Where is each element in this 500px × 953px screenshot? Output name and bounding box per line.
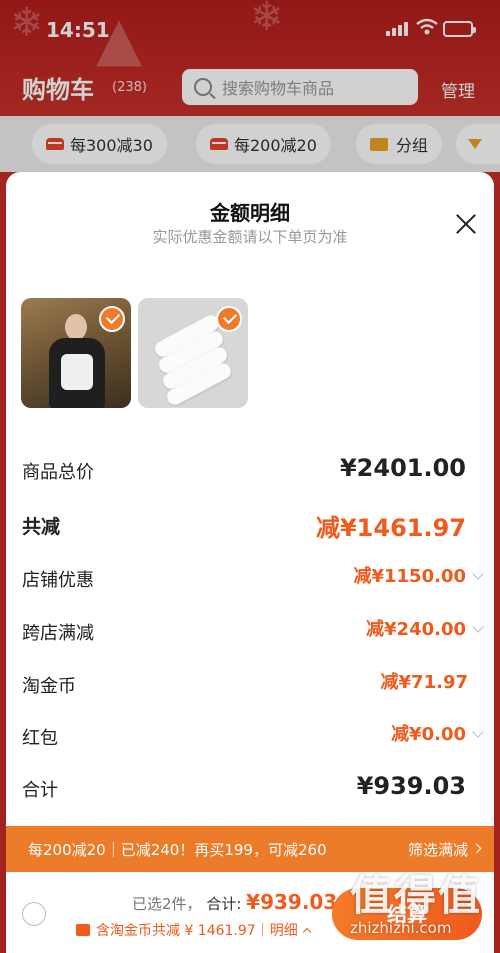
row-label: 合计: [22, 780, 58, 801]
coin-icon: [76, 924, 90, 936]
row-value: 减¥71.97: [380, 672, 468, 693]
check-icon: [99, 306, 125, 332]
close-icon[interactable]: [452, 210, 480, 238]
row-label: 商品总价: [22, 462, 94, 483]
selected-count: 已选2件，: [132, 895, 202, 913]
product-thumbnail-jacket[interactable]: [21, 298, 131, 408]
checkout-button[interactable]: 结算: [332, 888, 482, 940]
chevron-up-icon: [302, 927, 311, 937]
row-label: 红包: [22, 728, 58, 749]
total-value: ¥939.03: [246, 890, 338, 914]
row-total-price: 商品总价 ¥2401.00: [22, 452, 482, 488]
row-value: ¥939.03: [356, 772, 466, 800]
row-value: 减¥1150.00: [353, 566, 466, 587]
row-label: 店铺优惠: [22, 570, 94, 591]
sheet-subtitle: 实际优惠金额请以下单页为准: [152, 228, 348, 246]
total-label: 合计:: [206, 895, 242, 913]
model-head: [65, 314, 87, 340]
jacket-panel: [61, 354, 93, 390]
row-label: 淘金币: [22, 676, 76, 697]
sheet-title: 金额明细: [210, 201, 290, 225]
row-value: 减¥1461.97: [315, 514, 466, 542]
row-value: ¥2401.00: [339, 454, 466, 482]
discount-detail-toggle[interactable]: 含淘金币共减 ¥ 1461.97｜明细: [76, 920, 311, 940]
discount-text: 含淘金币共减 ¥ 1461.97｜明细: [96, 923, 298, 939]
row-value: 减¥0.00: [391, 724, 466, 745]
row-taobao-coin: 淘金币 减¥71.97: [22, 666, 482, 702]
product-thumbnail-socks[interactable]: [138, 298, 248, 408]
row-red-packet[interactable]: 红包 减¥0.00: [22, 718, 484, 754]
row-label: 跨店满减: [22, 623, 94, 644]
promo-bar[interactable]: 每200减20｜已减240！再买199，可减260 筛选满减: [6, 826, 494, 872]
row-cross-store[interactable]: 跨店满减 减¥240.00: [22, 613, 484, 649]
checkout-footer: 已选2件， 合计: ¥939.03 含淘金币共减 ¥ 1461.97｜明细 结算: [6, 872, 494, 953]
promo-text: 每200减20｜已减240！再买199，可减260: [28, 841, 327, 859]
chevron-down-icon: [472, 568, 484, 580]
row-store-discount[interactable]: 店铺优惠 减¥1150.00: [22, 560, 484, 596]
selected-summary: 已选2件， 合计: ¥939.03: [132, 890, 337, 914]
filter-discount-link[interactable]: 筛选满减: [408, 839, 468, 860]
row-total-discount: 共减 减¥1461.97: [22, 506, 482, 542]
amount-detail-sheet: 金额明细 实际优惠金额请以下单页为准 商品总价 ¥2401.00 共减 减¥14…: [6, 172, 494, 953]
row-grand-total: 合计 ¥939.03: [22, 770, 482, 806]
row-value: 减¥240.00: [366, 619, 466, 640]
select-all-checkbox[interactable]: [22, 902, 46, 926]
chevron-down-icon: [472, 726, 484, 738]
chevron-down-icon: [472, 621, 484, 633]
check-icon: [216, 306, 242, 332]
chevron-right-icon: [471, 843, 482, 854]
row-label: 共减: [22, 516, 61, 538]
